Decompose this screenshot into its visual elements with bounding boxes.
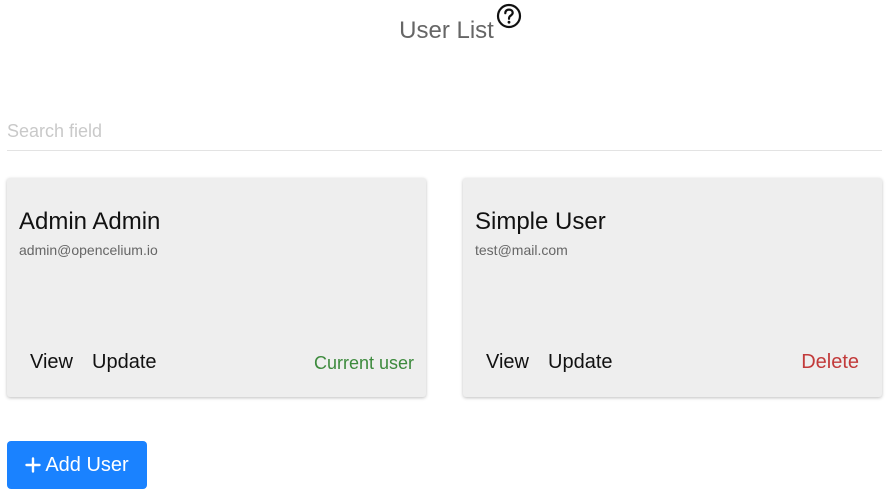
view-button[interactable]: View: [30, 350, 73, 374]
update-button[interactable]: Update: [548, 350, 613, 374]
page-title: User List: [399, 3, 521, 45]
add-user-button[interactable]: Add User: [7, 441, 147, 489]
question-circle-icon[interactable]: [496, 3, 522, 29]
user-email: test@mail.com: [475, 242, 568, 258]
card-actions: View Update Current user: [19, 350, 414, 374]
user-name: Admin Admin: [19, 208, 161, 235]
user-card-simple: Simple User test@mail.com View Update De…: [463, 178, 882, 397]
delete-button[interactable]: Delete: [801, 350, 859, 374]
card-actions: View Update Delete: [475, 350, 870, 374]
view-button[interactable]: View: [486, 350, 529, 374]
user-name: Simple User: [475, 208, 606, 235]
page-title-text: User List: [399, 17, 494, 44]
user-card-admin: Admin Admin admin@opencelium.io View Upd…: [7, 178, 426, 397]
user-list-page: User List Admin Admin admin@opencelium.i…: [0, 0, 893, 501]
plus-icon: [25, 457, 42, 473]
add-user-label: Add User: [45, 453, 129, 476]
user-email: admin@opencelium.io: [19, 242, 158, 258]
update-button[interactable]: Update: [92, 350, 157, 374]
search-input[interactable]: [7, 113, 882, 151]
current-user-badge: Current user: [313, 353, 414, 373]
page-header: User List: [0, 3, 893, 45]
